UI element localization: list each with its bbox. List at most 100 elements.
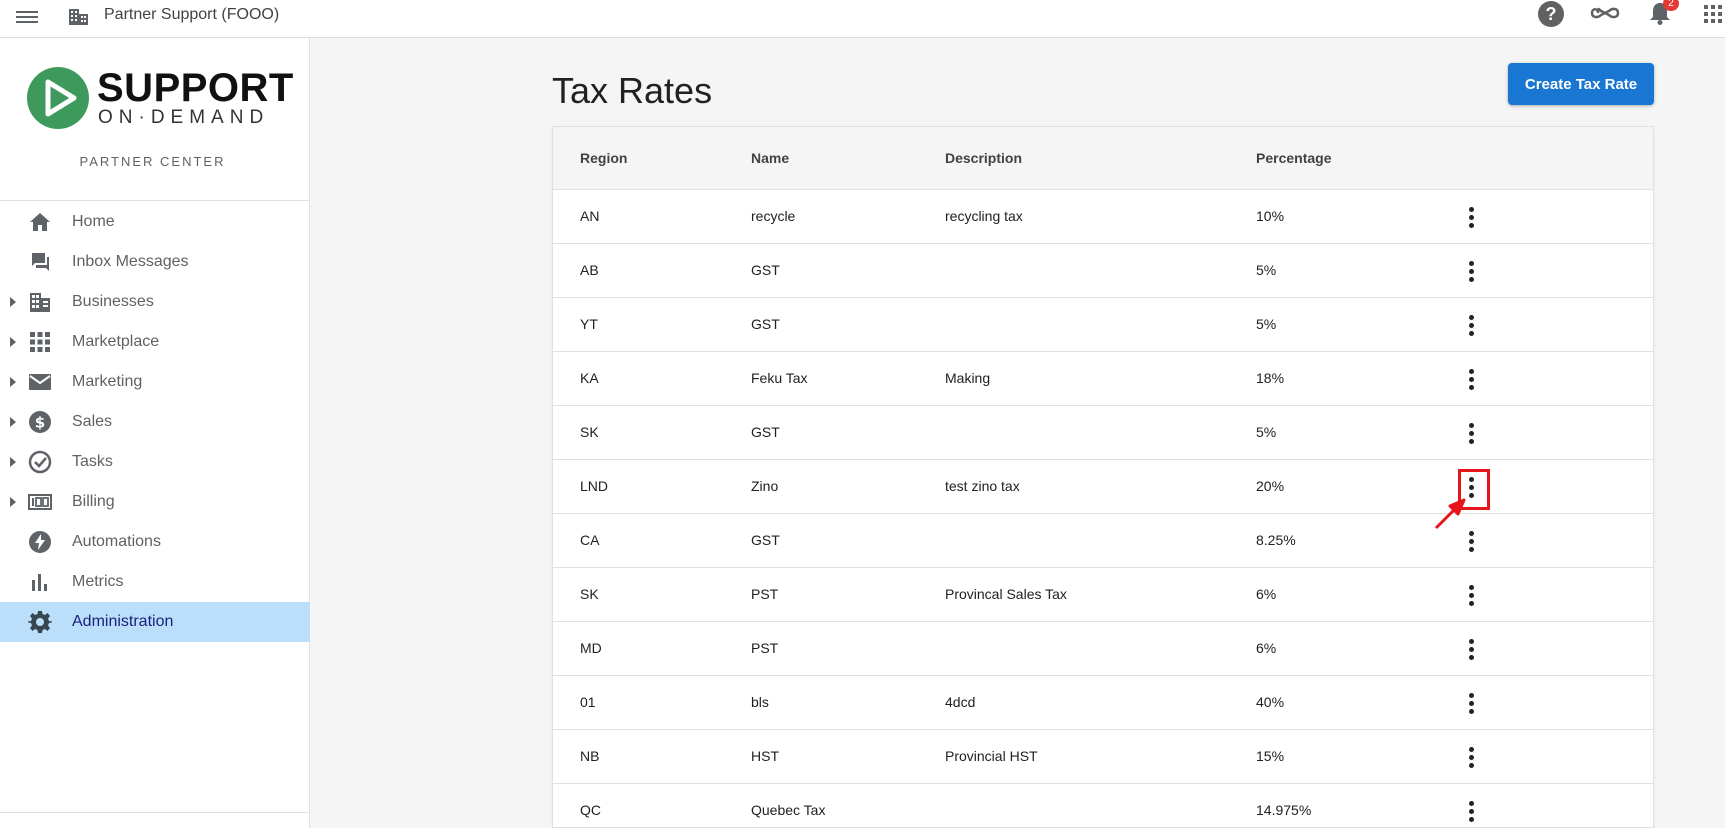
help-icon[interactable]: ? — [1538, 1, 1564, 27]
top-bar: Partner Support (FOOO) ? 2 — [0, 0, 1725, 38]
table-row[interactable]: QC Quebec Tax 14.975% — [553, 784, 1653, 827]
cell-percentage: 6% — [1256, 586, 1277, 602]
more-options-icon[interactable] — [1460, 205, 1482, 229]
more-options-icon[interactable] — [1460, 421, 1482, 445]
expand-caret-icon[interactable] — [10, 457, 16, 467]
sidebar-item-metrics[interactable]: Metrics — [0, 562, 310, 602]
more-options-icon[interactable] — [1460, 313, 1482, 337]
column-header-name[interactable]: Name — [751, 150, 789, 166]
create-tax-rate-button[interactable]: Create Tax Rate — [1508, 63, 1654, 105]
cell-name: GST — [751, 532, 780, 548]
expand-caret-icon[interactable] — [10, 297, 16, 307]
cell-region: AN — [580, 208, 600, 224]
cell-percentage: 5% — [1256, 262, 1277, 278]
sidebar-item-tasks[interactable]: Tasks — [0, 442, 310, 482]
infinity-icon[interactable] — [1590, 2, 1620, 24]
cell-name: Zino — [751, 478, 779, 494]
more-options-icon[interactable] — [1460, 799, 1482, 823]
logo-main-text: SUPPORT — [97, 66, 294, 110]
more-options-icon[interactable] — [1460, 367, 1482, 391]
column-header-description[interactable]: Description — [945, 150, 1022, 166]
cell-name: Feku Tax — [751, 370, 808, 386]
table-row[interactable]: KA Feku Tax Making 18% — [553, 352, 1653, 406]
cell-name: PST — [751, 640, 779, 656]
table-row[interactable]: NB HST Provincial HST 15% — [553, 730, 1653, 784]
sidebar-item-marketing[interactable]: Marketing — [0, 362, 310, 402]
cell-percentage: 15% — [1256, 748, 1285, 764]
sidebar-item-label: Metrics — [72, 573, 124, 590]
column-header-region[interactable]: Region — [580, 150, 627, 166]
page-title: Tax Rates — [552, 70, 713, 111]
divider — [0, 200, 310, 201]
more-options-icon[interactable] — [1460, 745, 1482, 769]
sidebar-item-billing[interactable]: Billing — [0, 482, 310, 522]
apps-icon[interactable] — [1703, 4, 1725, 24]
dollar-icon: $ — [29, 411, 51, 433]
sidebar-item-label: Home — [72, 213, 115, 230]
cell-name: GST — [751, 424, 780, 440]
building-icon — [69, 9, 88, 25]
sidebar-item-administration[interactable]: Administration — [0, 602, 310, 642]
grid-icon — [30, 332, 50, 352]
cell-name: HST — [751, 748, 779, 764]
check-circle-icon — [28, 450, 52, 474]
menu-icon[interactable] — [16, 8, 38, 26]
sidebar-item-label: Tasks — [72, 453, 113, 470]
more-options-icon[interactable] — [1460, 583, 1482, 607]
cell-percentage: 10% — [1256, 208, 1285, 224]
sidebar-item-businesses[interactable]: Businesses — [0, 282, 310, 322]
more-options-icon[interactable] — [1460, 637, 1482, 661]
play-logo-icon — [27, 67, 89, 129]
cell-name: GST — [751, 262, 780, 278]
table-row[interactable]: SK PST Provincal Sales Tax 6% — [553, 568, 1653, 622]
sidebar-nav: Home Inbox Messages Businesses Marketpla… — [0, 202, 310, 642]
cell-description: Provincial HST — [945, 748, 1038, 764]
sidebar-item-inbox-messages[interactable]: Inbox Messages — [0, 242, 310, 282]
expand-caret-icon[interactable] — [10, 337, 16, 347]
cell-region: AB — [580, 262, 599, 278]
cell-region: CA — [580, 532, 600, 548]
more-options-icon[interactable] — [1460, 529, 1482, 553]
cell-percentage: 5% — [1256, 316, 1277, 332]
building-icon — [30, 293, 50, 312]
billing-icon — [28, 494, 52, 510]
sidebar-item-marketplace[interactable]: Marketplace — [0, 322, 310, 362]
mail-icon — [29, 374, 51, 390]
cell-percentage: 40% — [1256, 694, 1285, 710]
cell-description: Provincal Sales Tax — [945, 586, 1067, 602]
bolt-icon — [29, 531, 51, 553]
expand-caret-icon[interactable] — [10, 417, 16, 427]
cell-name: bls — [751, 694, 769, 710]
expand-caret-icon[interactable] — [10, 377, 16, 387]
sidebar-item-sales[interactable]: $ Sales — [0, 402, 310, 442]
table-row[interactable]: YT GST 5% — [553, 298, 1653, 352]
cell-percentage: 14.975% — [1256, 802, 1312, 818]
table-row[interactable]: MD PST 6% — [553, 622, 1653, 676]
cell-region: KA — [580, 370, 599, 386]
account-title[interactable]: Partner Support (FOOO) — [104, 6, 279, 24]
bar-chart-icon — [32, 574, 47, 591]
table-row[interactable]: 01 bls 4dcd 40% — [553, 676, 1653, 730]
column-header-percentage[interactable]: Percentage — [1256, 150, 1331, 166]
support-on-demand-logo[interactable]: SUPPORT ON·DEMAND — [26, 64, 293, 132]
sidebar-item-automations[interactable]: Automations — [0, 522, 310, 562]
cell-region: QC — [580, 802, 601, 818]
cell-region: LND — [580, 478, 609, 494]
table-row[interactable]: CA GST 8.25% — [553, 514, 1653, 568]
more-options-icon[interactable] — [1460, 691, 1482, 715]
table-row[interactable]: AN recycle recycling tax 10% — [553, 190, 1653, 244]
cell-description: test zino tax — [945, 478, 1020, 494]
expand-caret-icon[interactable] — [10, 497, 16, 507]
notification-badge: 2 — [1663, 0, 1679, 11]
cell-percentage: 5% — [1256, 424, 1277, 440]
more-options-icon[interactable] — [1460, 259, 1482, 283]
cell-name: Quebec Tax — [751, 802, 826, 818]
sidebar-item-label: Sales — [72, 413, 113, 430]
table-row[interactable]: SK GST 5% — [553, 406, 1653, 460]
sidebar-item-home[interactable]: Home — [0, 202, 310, 242]
sidebar-item-label: Inbox Messages — [72, 253, 189, 270]
sidebar-item-label: Marketplace — [72, 333, 160, 350]
chat-icon — [32, 253, 49, 271]
table-row[interactable]: AB GST 5% — [553, 244, 1653, 298]
cell-region: SK — [580, 424, 599, 440]
